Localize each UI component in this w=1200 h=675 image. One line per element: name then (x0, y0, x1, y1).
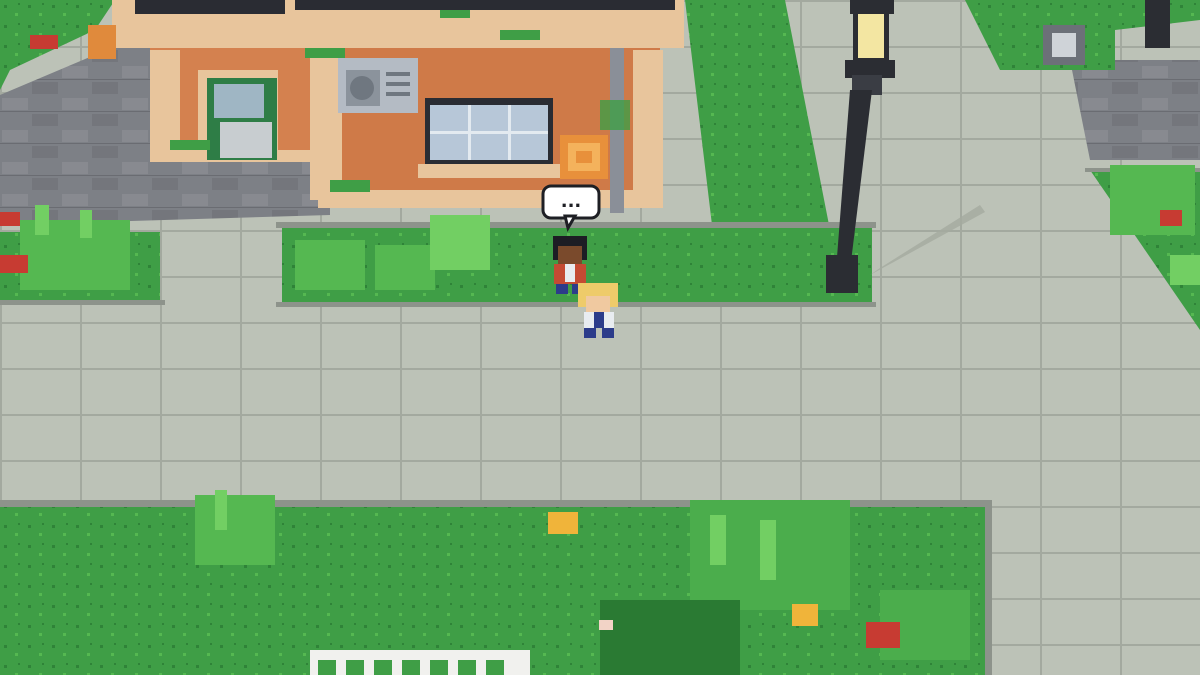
street-lamp-2 (1145, 0, 1170, 48)
lamp-light (858, 14, 884, 58)
planter (88, 25, 116, 59)
flower-red (0, 255, 28, 273)
game-viewport[interactable]: ... (0, 0, 1200, 675)
road-right (1070, 60, 1200, 160)
scene-canvas: ... (0, 0, 1200, 675)
flower-yellow (548, 512, 578, 534)
speech-bubble-text: ... (561, 191, 582, 212)
white-fence (310, 650, 530, 675)
